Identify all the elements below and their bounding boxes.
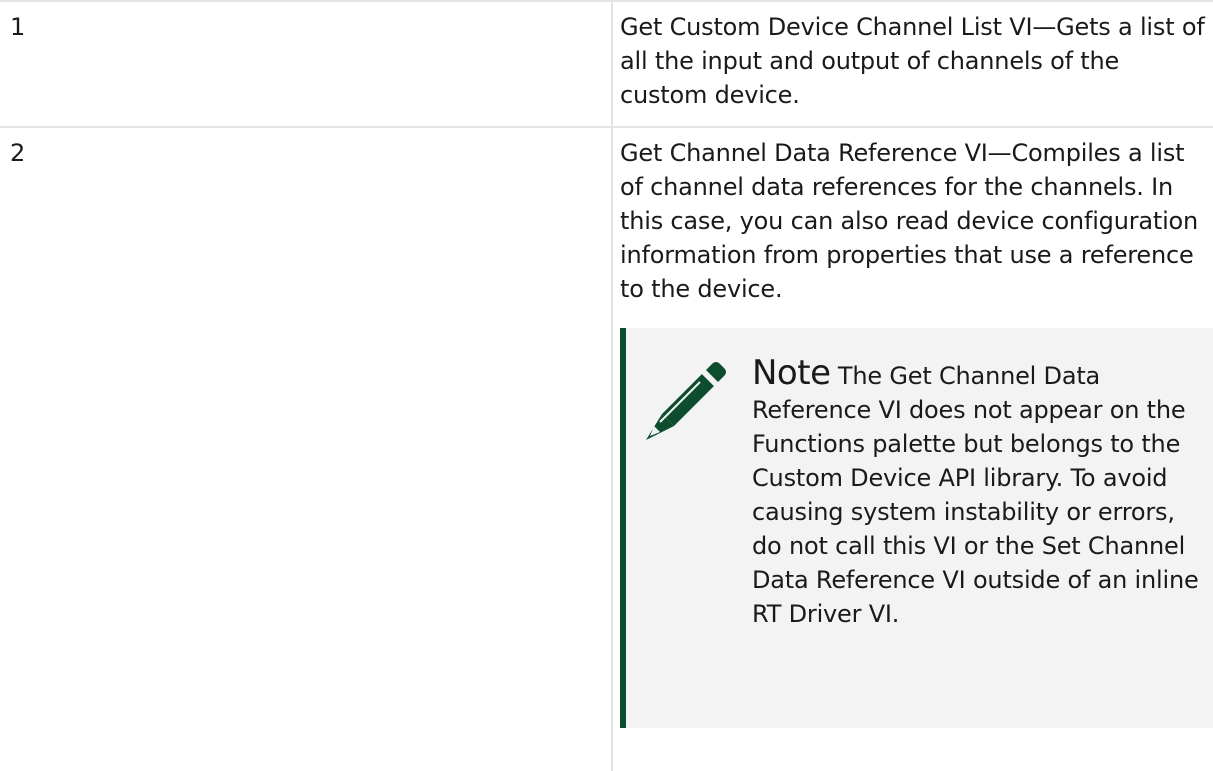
step-description: Get Custom Device Channel List VI—Gets a… xyxy=(620,13,1205,109)
step-number-cell: 1 xyxy=(0,0,613,127)
step-description-cell: Get Channel Data Reference VI—Compiles a… xyxy=(612,126,1213,771)
step-description-cell: Get Custom Device Channel List VI—Gets a… xyxy=(612,0,1213,127)
note-body: Note The Get Channel Data Reference VI d… xyxy=(752,356,1207,631)
note-callout: Note The Get Channel Data Reference VI d… xyxy=(620,328,1213,728)
table-row: 2 Get Channel Data Reference VI—Compiles… xyxy=(0,126,1213,771)
step-number: 2 xyxy=(10,139,26,167)
table-row: 1 Get Custom Device Channel List VI—Gets… xyxy=(0,0,1213,127)
note-text: The Get Channel Data Reference VI does n… xyxy=(752,362,1199,628)
pencil-icon xyxy=(646,362,726,440)
step-number: 1 xyxy=(10,13,26,41)
step-description: Get Channel Data Reference VI—Compiles a… xyxy=(620,139,1199,303)
note-label: Note xyxy=(752,353,831,393)
steps-table: 1 Get Custom Device Channel List VI—Gets… xyxy=(0,0,1213,771)
step-number-cell: 2 xyxy=(0,126,613,771)
